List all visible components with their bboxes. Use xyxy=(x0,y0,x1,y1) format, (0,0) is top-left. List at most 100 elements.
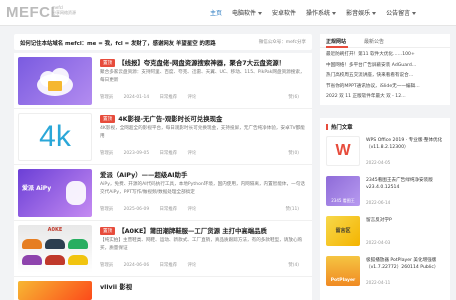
list-item[interactable]: 中国网络！多平台广告屏蔽安装 AdGuard… xyxy=(326,61,444,72)
hot-article-date: 2022-04-05 xyxy=(366,160,391,165)
nav-item-home[interactable]: 主页 xyxy=(210,8,222,17)
post-excerpt: 【纯实拍】主营鞋类、网鞋、运动、新款式、工厂直销，真品质跟踪方法，有的多款鞋型，… xyxy=(100,238,303,251)
chevron-down-icon xyxy=(412,12,417,15)
post-category[interactable]: 日常推荐 xyxy=(160,95,178,100)
hot-article-item[interactable]: 留言区 留言反对学P 2022-04-03 xyxy=(326,216,448,256)
nav-item-pc-software[interactable]: 电脑软件 xyxy=(232,8,263,17)
tab-official-sites[interactable]: 正规网站 xyxy=(326,38,346,45)
post-comments[interactable]: 评论 xyxy=(188,151,197,156)
hot-article-item[interactable]: W WPS Office 2019 · 专业版·整体优化（v11.8.2.123… xyxy=(326,136,448,176)
chevron-down-icon xyxy=(258,12,263,15)
post-comments[interactable]: 评论 xyxy=(188,207,197,212)
post-item[interactable]: 置顶 【线报】夸克盘佬-网盘资源搜索神器，聚合7大云盘资源！ 聚合多家云盘资源：支… xyxy=(14,53,312,109)
post-thumbnail[interactable] xyxy=(18,57,92,105)
pinned-badge: 置顶 xyxy=(100,115,116,123)
post-title[interactable]: 置顶 【A0KE】莆田潮牌鞋服—工厂货源 主打中高端品质 xyxy=(100,226,306,235)
hot-article-date: 2022-04-03 xyxy=(366,240,391,245)
site-header: MEFCL mefcl 分享网络资源 主页 电脑软件 安卓软件 操作系统 影音娱… xyxy=(0,0,456,26)
site-logo-subtitle: mefcl 分享网络资源 xyxy=(52,5,76,15)
pinned-badge: 置顶 xyxy=(100,59,116,67)
post-thumbnail[interactable] xyxy=(18,281,92,300)
post-likes[interactable]: 赞(4) xyxy=(288,262,299,268)
robot-icon xyxy=(66,181,86,205)
cloud-folder-icon xyxy=(37,68,73,96)
post-author[interactable]: 管理员 xyxy=(100,95,113,100)
post-meta: 管理员 2025-06-09 日常推荐 评论 赞(11) xyxy=(100,206,308,212)
hot-article-title[interactable]: WPS Office 2019 · 专业版·整体优化（v11.8.2.12300… xyxy=(366,137,448,158)
post-category[interactable]: 日常推荐 xyxy=(160,151,178,156)
post-item[interactable]: 爱派 AiPy 爱派（AiPy）——超级AI助手 AiPy，免费、开源的AI代码… xyxy=(14,165,312,221)
hot-article-thumbnail[interactable]: 2345 看图王 xyxy=(326,176,360,206)
nav-item-android-software[interactable]: 安卓软件 xyxy=(272,8,296,17)
hot-article-date: 2022-06-14 xyxy=(366,200,391,205)
chevron-down-icon xyxy=(332,12,337,15)
sneaker-icon xyxy=(68,255,88,265)
list-item[interactable]: 2022 双 11 正版软件年最大 双 - 12… xyxy=(326,92,444,103)
post-date: 2024-06-06 xyxy=(123,263,150,268)
post-title-text: 【A0KE】莆田潮牌鞋服—工厂货源 主打中高端品质 xyxy=(118,227,267,235)
post-title[interactable]: 爱派（AiPy）——超级AI助手 xyxy=(100,170,306,179)
post-category[interactable]: 日常推荐 xyxy=(160,263,178,268)
post-comments[interactable]: 评论 xyxy=(188,95,197,100)
post-excerpt: 聚合多家云盘资源：支持阿里、百度、夸克、迅雷、天翼、UC、移动、115、PikP… xyxy=(100,70,305,83)
post-author[interactable]: 管理员 xyxy=(100,207,113,212)
list-item[interactable]: 热门高校周五交流讲座，快来看看有说合… xyxy=(326,71,444,82)
hot-article-thumbnail[interactable]: PotPlayer xyxy=(326,256,360,286)
post-title[interactable]: vlivii 影视 xyxy=(100,282,306,291)
sneaker-icon xyxy=(45,255,65,265)
chevron-down-icon xyxy=(372,12,377,15)
list-item[interactable]: 最近防刷打开！第11 软件大优化……100+ xyxy=(326,50,444,61)
post-excerpt: AiPy，免费、开源的AI代码执行工具，本地Python环境，国内使用，内网隔离… xyxy=(100,182,305,195)
hot-articles-widget: 热门文章 W WPS Office 2019 · 专业版·整体优化（v11.8.… xyxy=(320,118,450,300)
post-comments[interactable]: 评论 xyxy=(188,263,197,268)
post-title-text: 4K影视-无广告-观影时长可兑换现金 xyxy=(118,115,223,123)
hot-article-title[interactable]: 极狐播放器 PotPlayer 美化增强版（v1.7.22772）260114 … xyxy=(366,257,448,278)
tab-latest-announcements[interactable]: 最新公告 xyxy=(364,38,384,45)
wps-icon: W xyxy=(335,142,351,159)
post-title[interactable]: 置顶 4K影视-无广告-观影时长可兑换现金 xyxy=(100,114,306,123)
notice-title[interactable]: 如何记住本站域名 mefcl：me = 我，fcl = 发财了，感谢网友 羊望星… xyxy=(20,39,216,47)
post-date: 2025-06-09 xyxy=(123,207,150,212)
hot-article-item[interactable]: PotPlayer 极狐播放器 PotPlayer 美化增强版（v1.7.227… xyxy=(326,256,448,296)
post-title-text: vlivii 影视 xyxy=(100,283,133,291)
post-excerpt: 4K影视，全网超全的影视平台，每日观影时长可兑换现金，支持投屏，无广告纯净体验，… xyxy=(100,126,305,139)
post-meta: 管理员 2023-09-05 日常推荐 评论 赞(0) xyxy=(100,150,308,156)
thumbnail-caption: 留言区 xyxy=(335,228,351,234)
post-item[interactable]: vlivii 影视 xyxy=(14,277,312,300)
post-author[interactable]: 管理员 xyxy=(100,263,113,268)
post-thumbnail[interactable]: 4k xyxy=(18,113,92,161)
post-thumbnail[interactable]: 爱派 AiPy xyxy=(18,169,92,217)
sidebar-tabs: 正规网站 最新公告 xyxy=(320,34,450,48)
hot-article-thumbnail[interactable]: 留言区 xyxy=(326,216,360,246)
post-date: 2024-01-14 xyxy=(123,95,150,100)
post-category[interactable]: 日常推荐 xyxy=(160,207,178,212)
post-thumbnail[interactable]: A0KE xyxy=(18,225,92,273)
active-tab-indicator xyxy=(326,46,348,48)
thumbnail-aipy-text: 爱派 AiPy xyxy=(22,185,52,192)
post-likes[interactable]: 赞(6) xyxy=(288,94,299,100)
nav-item-media[interactable]: 影音娱乐 xyxy=(346,8,377,17)
hot-article-title[interactable]: 2345看图王去广告绿纯净安装版 v23.4.0.12514 xyxy=(366,177,448,198)
hot-article-title[interactable]: 留言反对学P xyxy=(366,217,448,238)
thumbnail-brand-text: A0KE xyxy=(47,227,63,233)
post-meta: 管理员 2024-06-06 日常推荐 评论 赞(4) xyxy=(100,262,308,268)
list-item[interactable]: 节省你的MPPT通讯协议，iSlide无一一编辑… xyxy=(326,82,444,93)
post-title[interactable]: 置顶 【线报】夸克盘佬-网盘资源搜索神器，聚合7大云盘资源！ xyxy=(100,58,306,67)
thumbnail-4k-logo: 4k xyxy=(39,120,71,153)
post-likes[interactable]: 赞(11) xyxy=(286,206,299,212)
hot-article-thumbnail[interactable]: W xyxy=(326,136,360,166)
post-author[interactable]: 管理员 xyxy=(100,151,113,156)
notice-wechat: 微信公众号：mefc分享 xyxy=(258,40,306,45)
post-item[interactable]: A0KE 置顶 【A0KE】莆田潮牌鞋服—工厂货源 主打中高端品质 【纯实拍】主营… xyxy=(14,221,312,277)
post-list: 置顶 【线报】夸克盘佬-网盘资源搜索神器，聚合7大云盘资源！ 聚合多家云盘资源：支… xyxy=(14,53,312,300)
sidebar-list: 最近防刷打开！第11 软件大优化……100+ 中国网络！多平台广告屏蔽安装 Ad… xyxy=(320,48,450,105)
nav-item-os[interactable]: 操作系统 xyxy=(306,8,337,17)
thumbnail-caption: 2345 看图王 xyxy=(331,198,355,203)
sneaker-icon xyxy=(22,255,42,265)
logo-sub-line-2: 分享网络资源 xyxy=(52,10,76,15)
nav-item-announcements[interactable]: 公告留言 xyxy=(386,8,417,17)
post-likes[interactable]: 赞(0) xyxy=(288,150,299,156)
hot-article-item[interactable]: 2345 看图王 2345看图王去广告绿纯净安装版 v23.4.0.12514 … xyxy=(326,176,448,216)
post-item[interactable]: 4k 置顶 4K影视-无广告-观影时长可兑换现金 4K影视，全网超全的影视平台，每… xyxy=(14,109,312,165)
pinned-badge: 置顶 xyxy=(100,227,116,235)
